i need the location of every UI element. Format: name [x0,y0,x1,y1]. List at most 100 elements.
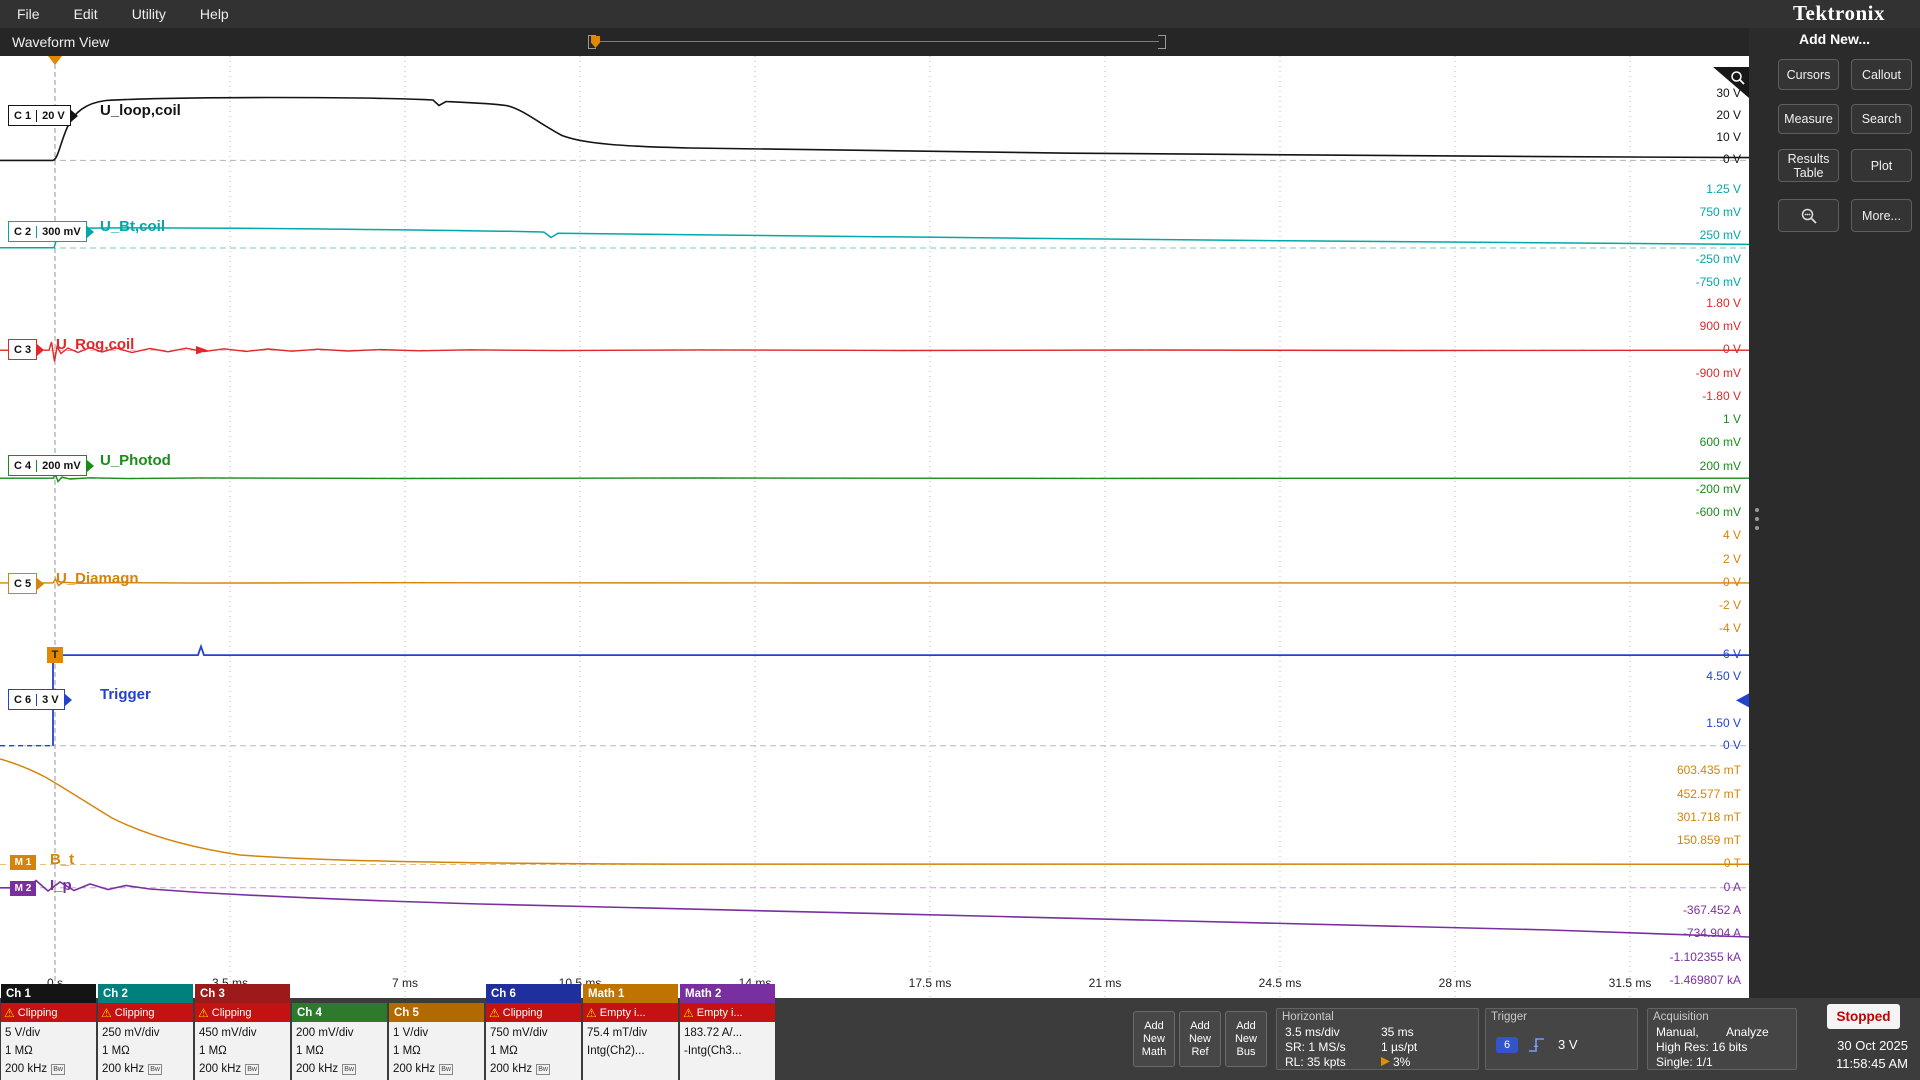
trigger-panel[interactable]: Trigger 6 3 V [1485,1008,1638,1070]
ch6-badge[interactable]: Ch 6 ⚠Clipping 750 mV/div1 MΩ 200 kHzBw [486,984,581,1080]
acquisition-panel[interactable]: Acquisition Manual, Analyze High Res: 16… [1647,1008,1797,1070]
time-label: 24.5 ms [1240,976,1320,990]
acquisition-analyze: Analyze [1726,1025,1769,1039]
acquisition-panel-title: Acquisition [1653,1011,1709,1023]
ch1-warning: ⚠Clipping [1,1003,96,1022]
ch2-badge[interactable]: Ch 2 ⚠Clipping 250 mV/div1 MΩ 200 kHzBw [98,984,193,1080]
horizontal-panel[interactable]: Horizontal 3.5 ms/div 35 ms SR: 1 MS/s 1… [1276,1008,1479,1070]
channel-badge-c1[interactable]: C 1 20 V [8,105,71,126]
add-new-bus-button[interactable]: AddNewBus [1225,1011,1267,1067]
plot-button[interactable]: Plot [1851,149,1912,182]
trace-math2-i-p [0,881,1749,938]
scale-label: -200 mV [1696,482,1741,496]
right-sidebar: Add New... Cursors Callout Measure Searc… [1749,28,1920,998]
scale-label: 0 V [1723,738,1741,752]
scale-label: 4.50 V [1706,669,1741,683]
ch1-badge[interactable]: Ch 1 ⚠Clipping 5 V/div1 MΩ 200 kHzBw [1,984,96,1080]
acquisition-mode: Manual, [1656,1025,1699,1039]
ch2-badge-body: 250 mV/div1 MΩ 200 kHzBw [98,1022,193,1080]
channel-scale: 20 V [36,110,70,122]
math-badge-m1[interactable]: M 1 [10,855,36,870]
menu-edit[interactable]: Edit [57,0,115,28]
scale-label: 0 T [1724,856,1741,870]
scale-label: 20 V [1716,108,1741,122]
channel-id: C 5 [9,578,36,590]
ch6-badge-body: 750 mV/div1 MΩ 200 kHzBw [486,1022,581,1080]
scale-label: 600 mV [1700,435,1741,449]
trace-math1-b-t [0,759,1749,864]
math1-badge[interactable]: Math 1 ⚠Empty i... 75.4 mT/divIntg(Ch2).… [583,984,678,1080]
trigger-position-icon[interactable] [48,56,62,65]
math2-badge[interactable]: Math 2 ⚠Empty i... 183.72 A/...-Intg(Ch3… [680,984,775,1080]
channel-badge-c4[interactable]: C 4 200 mV [8,455,87,476]
ch3-warning: ⚠Clipping [195,1003,290,1022]
trace-ch2-u-bt-coil [0,228,1749,248]
menu-file[interactable]: File [0,0,57,28]
more-button[interactable]: More... [1851,199,1912,232]
scale-label: 603.435 mT [1677,763,1741,777]
scale-label: -900 mV [1696,366,1741,380]
warning-icon: ⚠ [101,1007,112,1019]
scale-label: -367.452 A [1683,903,1741,917]
trigger-panel-title: Trigger [1491,1011,1527,1023]
ch6-badge-header: Ch 6 [486,984,581,1003]
status-time: 11:58:45 AM [1836,1056,1908,1071]
scale-label: -1.469807 kA [1670,973,1741,987]
menu-utility[interactable]: Utility [115,0,183,28]
trace-ch5-u-diamagn [0,579,1749,586]
channel-badge-c6[interactable]: C 6 3 V [8,689,65,710]
bandwidth-icon: Bw [148,1064,162,1075]
channel-name-label: U_Rog,coil [56,336,134,353]
scale-label: -250 mV [1696,252,1741,266]
waveform-view-titlebar: Waveform View [0,28,1749,56]
trigger-t-marker[interactable]: T [47,647,63,663]
sample-interval: 1 µs/pt [1381,1040,1417,1054]
overview-right-bracket [1158,35,1166,49]
ch3-badge-header: Ch 3 [195,984,290,1003]
acquisition-resolution: High Res: 16 bits [1656,1040,1747,1054]
search-button[interactable]: Search [1851,104,1912,134]
scale-label: -4 V [1719,621,1741,635]
math-badge-m2[interactable]: M 2 [10,881,36,896]
scale-label: 1.25 V [1706,182,1741,196]
scale-label: -1.80 V [1702,389,1741,403]
ch5-badge[interactable]: Ch 5 1 V/div1 MΩ 200 kHzBw [389,1003,484,1080]
warning-icon: ⚠ [586,1007,597,1019]
channel-scale: 300 mV [36,226,86,238]
trace-ch1-u-loop-coil [0,98,1749,161]
ch1-badge-body: 5 V/div1 MΩ 200 kHzBw [1,1022,96,1080]
channel-name-label: U_Photod [100,452,171,469]
run-stop-button[interactable]: Stopped [1827,1004,1900,1029]
ch4-badge[interactable]: Ch 4 200 mV/div1 MΩ 200 kHzBw [292,1003,387,1080]
ch3-badge[interactable]: Ch 3 ⚠Clipping 450 mV/div1 MΩ 200 kHzBw [195,984,290,1080]
channel-badge-c2[interactable]: C 2 300 mV [8,221,87,242]
ch5-badge-header: Ch 5 [389,1003,484,1022]
add-new-math-button[interactable]: AddNewMath [1133,1011,1175,1067]
measure-button[interactable]: Measure [1778,104,1839,134]
math2-badge-header: Math 2 [680,984,775,1003]
cursors-button[interactable]: Cursors [1778,59,1839,90]
callout-button[interactable]: Callout [1851,59,1912,90]
channel-badge-c5[interactable]: C 5 [8,573,37,594]
channel-badge-c3[interactable]: C 3 [8,339,37,360]
math2-warning: ⚠Empty i... [680,1003,775,1022]
bandwidth-icon: Bw [536,1064,550,1075]
scale-label: 10 V [1716,130,1741,144]
panel-drag-handle[interactable] [1755,508,1759,535]
acquisition-overview-bar[interactable] [588,35,1166,49]
add-new-ref-button[interactable]: AddNewRef [1179,1011,1221,1067]
zoom-tool-button[interactable] [1778,199,1839,232]
menu-help[interactable]: Help [183,0,246,28]
results-table-button[interactable]: Results Table [1778,149,1839,182]
time-label: 7 ms [365,976,445,990]
trace-ch4-u-photod [0,475,1749,482]
scale-label: 250 mV [1700,228,1741,242]
warning-icon: ⚠ [4,1007,15,1019]
waveform-canvas [0,56,1749,998]
time-label: 17.5 ms [890,976,970,990]
channel-id: C 3 [9,344,36,356]
horizontal-panel-title: Horizontal [1282,1011,1334,1023]
waveform-view: Waveform View [0,28,1749,998]
status-date: 30 Oct 2025 [1837,1038,1908,1053]
scale-label: 150.859 mT [1677,833,1741,847]
